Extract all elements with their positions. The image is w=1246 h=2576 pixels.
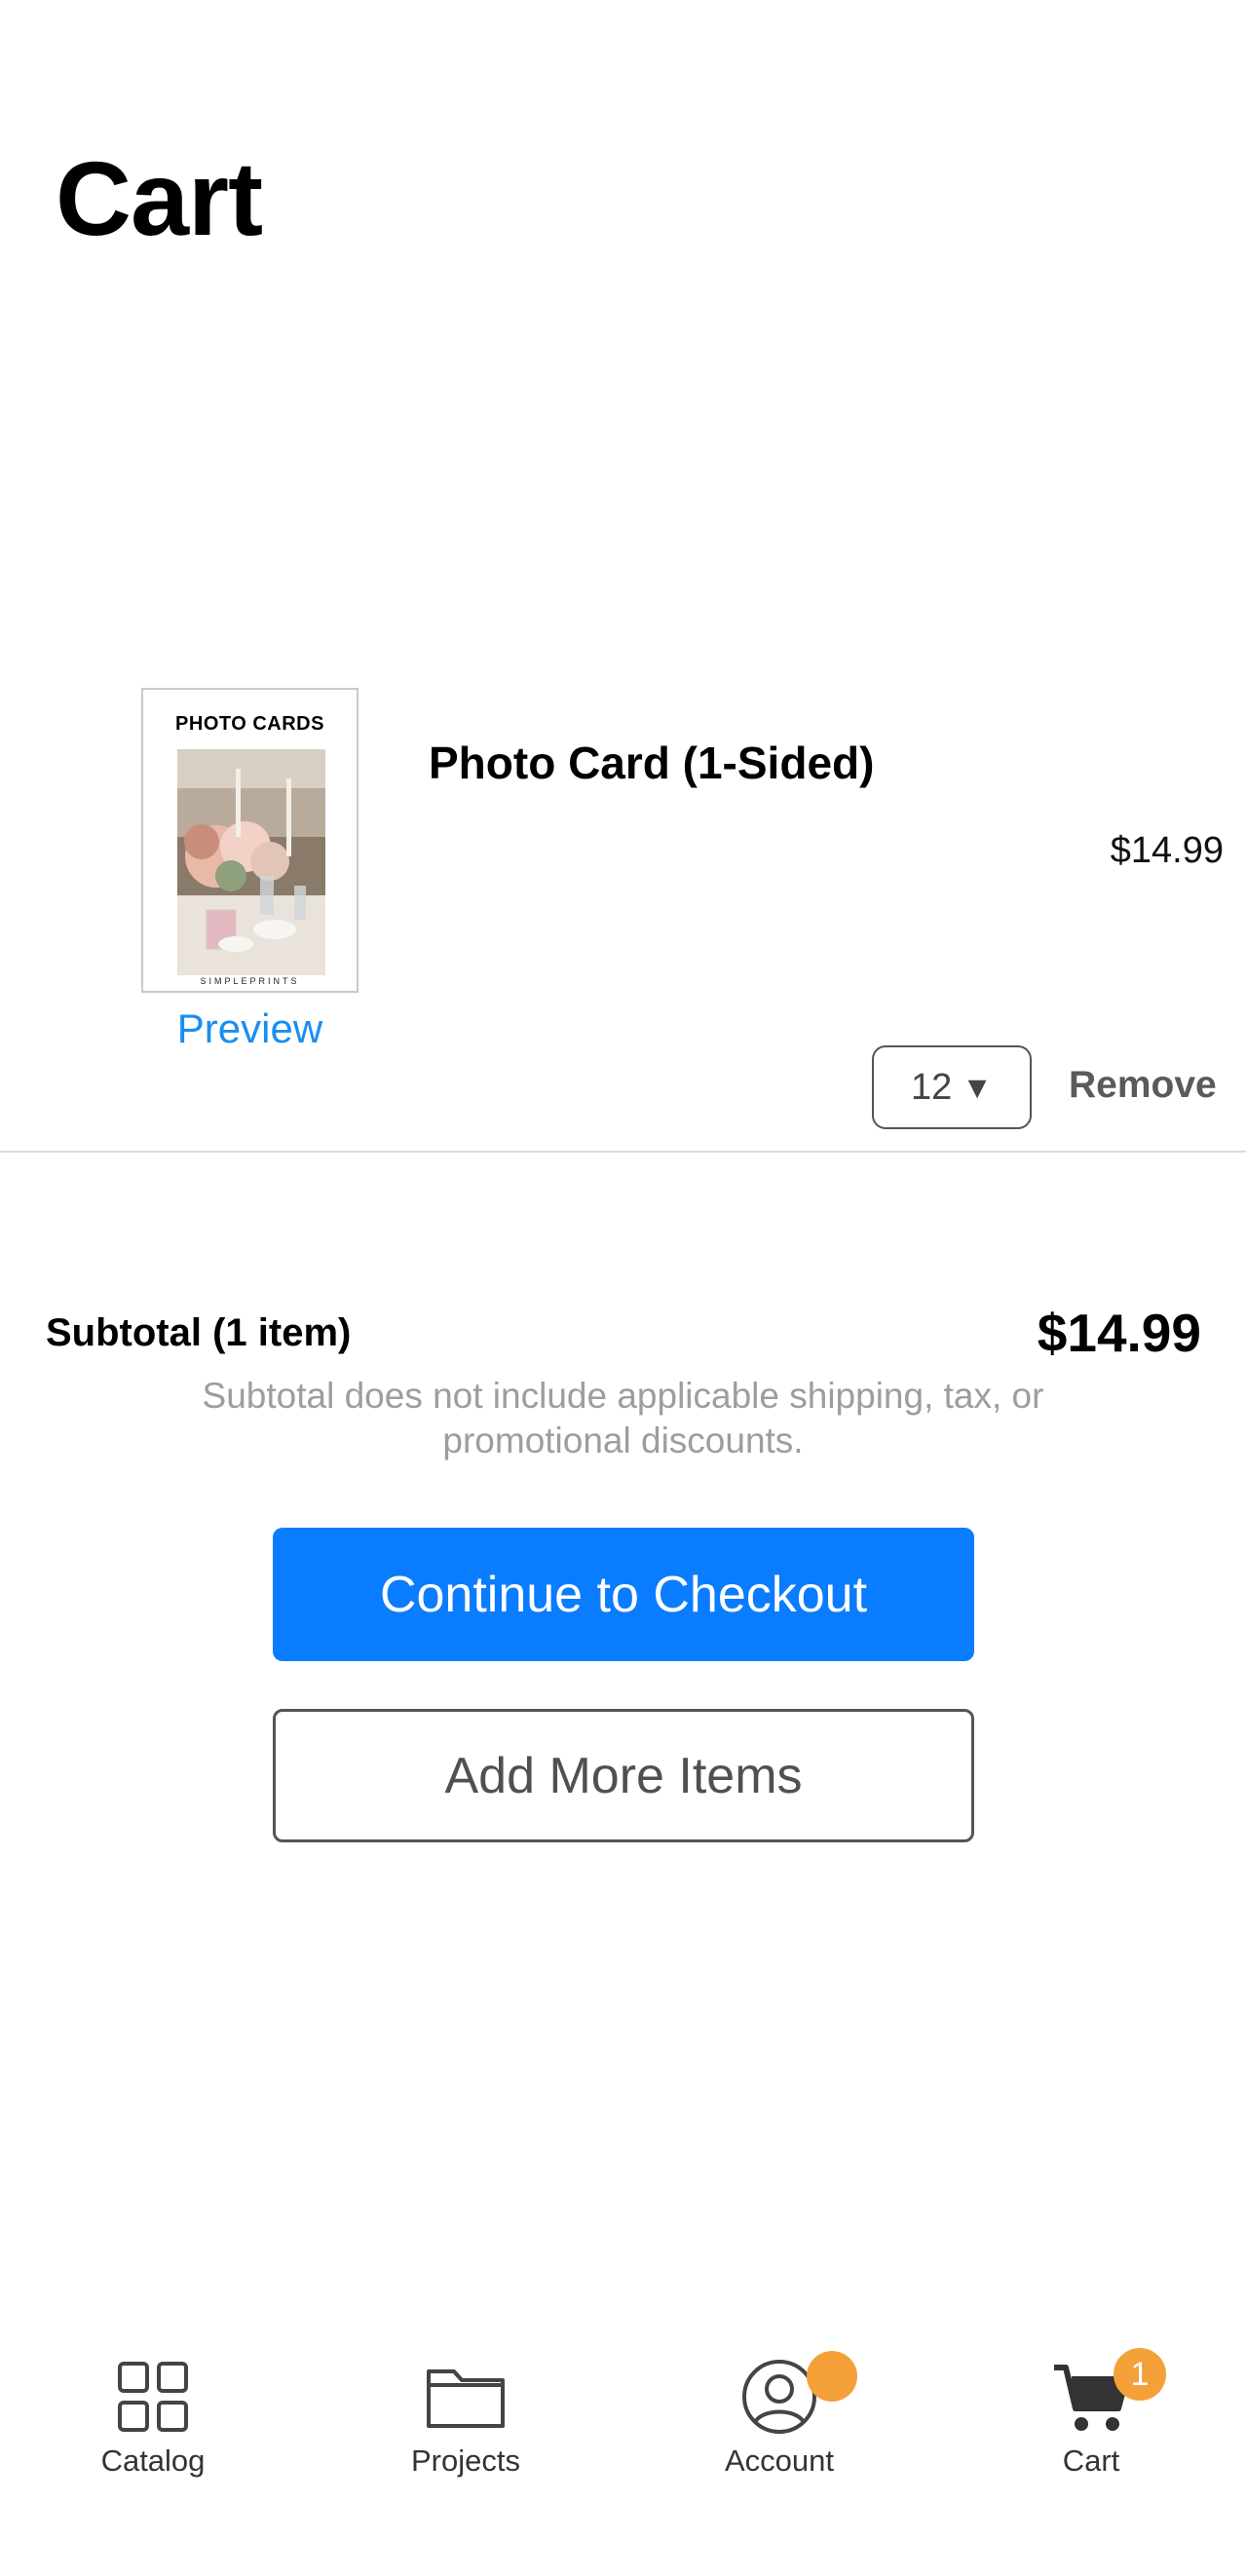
cart-count-badge: 1 [1114, 2348, 1166, 2401]
tab-cart[interactable]: 1 Cart [974, 2319, 1208, 2514]
thumbnail-photo [177, 749, 325, 975]
folder-icon [427, 2358, 505, 2436]
add-more-items-button[interactable]: Add More Items [273, 1709, 974, 1842]
notification-dot [807, 2351, 857, 2402]
page-title: Cart [56, 139, 263, 257]
item-price: $14.99 [1110, 830, 1224, 871]
remove-button[interactable]: Remove [1069, 1064, 1217, 1107]
tab-bar: Catalog Projects Account 1 Cart [0, 2319, 1246, 2576]
thumbnail-brand: SIMPLEPRINTS [200, 976, 300, 986]
preview-link[interactable]: Preview [141, 1005, 359, 1052]
tab-account[interactable]: Account [662, 2319, 896, 2514]
tab-projects[interactable]: Projects [349, 2319, 583, 2514]
tab-label: Projects [411, 2443, 520, 2478]
quantity-value: 12 [911, 1066, 953, 1108]
dropdown-arrow-icon: ▼ [962, 1069, 993, 1105]
divider [0, 1151, 1246, 1153]
grid-icon [114, 2358, 192, 2436]
thumbnail-heading: PHOTO CARDS [175, 713, 324, 735]
subtotal-label: Subtotal (1 item) [46, 1311, 352, 1354]
tab-label: Catalog [100, 2443, 206, 2478]
tab-label: Cart [1062, 2443, 1120, 2478]
quantity-select[interactable]: 12 ▼ [872, 1045, 1032, 1129]
subtotal-amount: $14.99 [1037, 1303, 1201, 1363]
continue-to-checkout-button[interactable]: Continue to Checkout [273, 1528, 974, 1661]
product-thumbnail[interactable]: PHOTO CARDS SIMPLEPRINTS [141, 688, 359, 993]
item-name: Photo Card (1-Sided) [429, 738, 875, 788]
tab-catalog[interactable]: Catalog [36, 2319, 270, 2514]
subtotal-note: Subtotal does not include applicable shi… [202, 1376, 1044, 1460]
tab-label: Account [724, 2443, 834, 2478]
